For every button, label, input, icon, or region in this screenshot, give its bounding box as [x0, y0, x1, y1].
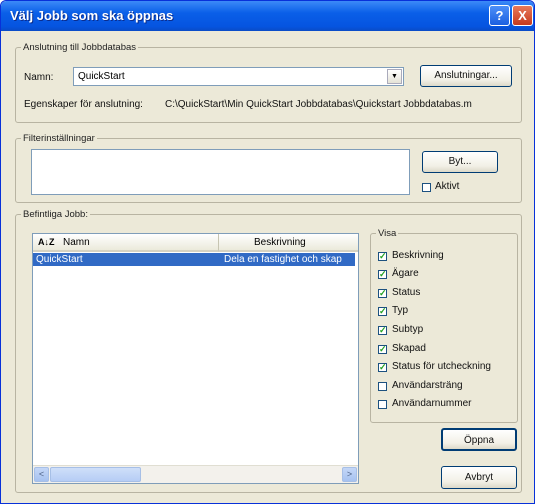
close-icon: X — [518, 8, 527, 23]
sort-icon: A↓Z — [38, 237, 55, 247]
window-title: Välj Jobb som ska öppnas — [10, 8, 174, 23]
checkmark-icon: ✓ — [379, 288, 387, 298]
view-checkbox[interactable]: ✓ — [378, 252, 387, 261]
filter-group-label: Filterinställningar — [21, 133, 97, 144]
connection-name-select[interactable]: QuickStart ▼ — [73, 67, 404, 86]
view-checkbox[interactable] — [378, 400, 387, 409]
view-option-label: Användarnummer — [392, 398, 472, 409]
checkmark-icon: ✓ — [379, 269, 387, 279]
view-checkbox[interactable]: ✓ — [378, 289, 387, 298]
cancel-button-label: Avbryt — [464, 472, 494, 483]
active-checkbox-label: Aktivt — [435, 181, 460, 192]
dropdown-arrow-button[interactable]: ▼ — [387, 69, 402, 84]
view-checkbox[interactable]: ✓ — [378, 363, 387, 372]
scroll-right-button[interactable]: > — [342, 467, 357, 482]
view-checkbox[interactable]: ✓ — [378, 270, 387, 279]
horizontal-scrollbar[interactable]: < > — [33, 465, 358, 483]
connection-group-label: Anslutning till Jobbdatabas — [21, 42, 139, 53]
view-option-label: Subtyp — [392, 324, 424, 335]
cancel-button[interactable]: Avbryt — [441, 466, 517, 489]
active-checkbox[interactable] — [422, 183, 431, 192]
jobs-list[interactable]: A↓Z Namn Beskrivning QuickStart Dela en … — [32, 233, 359, 484]
view-option-label: Status för utcheckning — [392, 361, 491, 372]
column-header-name-label: Namn — [63, 237, 90, 248]
checkmark-icon: ✓ — [379, 251, 387, 261]
view-checkbox[interactable] — [378, 382, 387, 391]
name-label: Namn: — [24, 72, 54, 83]
column-header-description-label: Beskrivning — [254, 237, 306, 248]
view-checkbox[interactable]: ✓ — [378, 326, 387, 335]
filter-settings-box[interactable] — [31, 149, 410, 195]
table-row[interactable]: QuickStart Dela en fastighet och skap — [33, 253, 355, 266]
change-filter-button-label: Byt... — [448, 156, 472, 167]
chevron-left-icon: < — [38, 469, 45, 479]
view-option-label: Beskrivning — [392, 250, 444, 261]
view-checkbox[interactable]: ✓ — [378, 307, 387, 316]
view-option-label: Skapad — [392, 343, 426, 354]
jobs-group-label: Befintliga Jobb: — [21, 209, 90, 220]
help-button[interactable]: ? — [489, 5, 510, 26]
connections-button-label: Anslutningar... — [434, 70, 498, 81]
scroll-thumb[interactable] — [50, 467, 141, 482]
connection-name-value: QuickStart — [78, 71, 125, 82]
view-group-label: Visa — [376, 228, 399, 239]
view-checkbox[interactable]: ✓ — [378, 345, 387, 354]
change-filter-button[interactable]: Byt... — [422, 151, 498, 173]
row-description-cell: Dela en fastighet och skap — [224, 254, 342, 265]
checkmark-icon: ✓ — [379, 344, 387, 354]
connections-button[interactable]: Anslutningar... — [420, 65, 512, 87]
scroll-left-button[interactable]: < — [34, 467, 49, 482]
view-option-label: Ägare — [392, 268, 419, 279]
connection-properties-label: Egenskaper för anslutning: — [24, 99, 143, 110]
view-option-label: Status — [392, 287, 421, 298]
open-button-label: Öppna — [463, 435, 495, 446]
checkmark-icon: ✓ — [379, 362, 387, 372]
connection-properties-path: C:\QuickStart\Min QuickStart Jobbdatabas… — [165, 99, 472, 110]
help-icon: ? — [495, 8, 504, 23]
chevron-right-icon: > — [346, 469, 353, 479]
title-bar[interactable]: Välj Jobb som ska öppnas ? X — [1, 1, 534, 31]
view-option-label: Typ — [392, 305, 409, 316]
column-header-name[interactable]: A↓Z Namn — [33, 234, 219, 252]
view-option-label: Användarsträng — [392, 380, 463, 391]
close-button[interactable]: X — [512, 5, 533, 26]
checkmark-icon: ✓ — [379, 325, 387, 335]
checkmark-icon: ✓ — [379, 306, 387, 316]
column-header-description[interactable]: Beskrivning — [219, 234, 358, 252]
dialog-window: Välj Jobb som ska öppnas ? X Anslutning … — [0, 0, 535, 504]
open-button[interactable]: Öppna — [441, 428, 517, 451]
chevron-down-icon: ▼ — [391, 73, 398, 80]
row-name-cell: QuickStart — [36, 254, 83, 265]
